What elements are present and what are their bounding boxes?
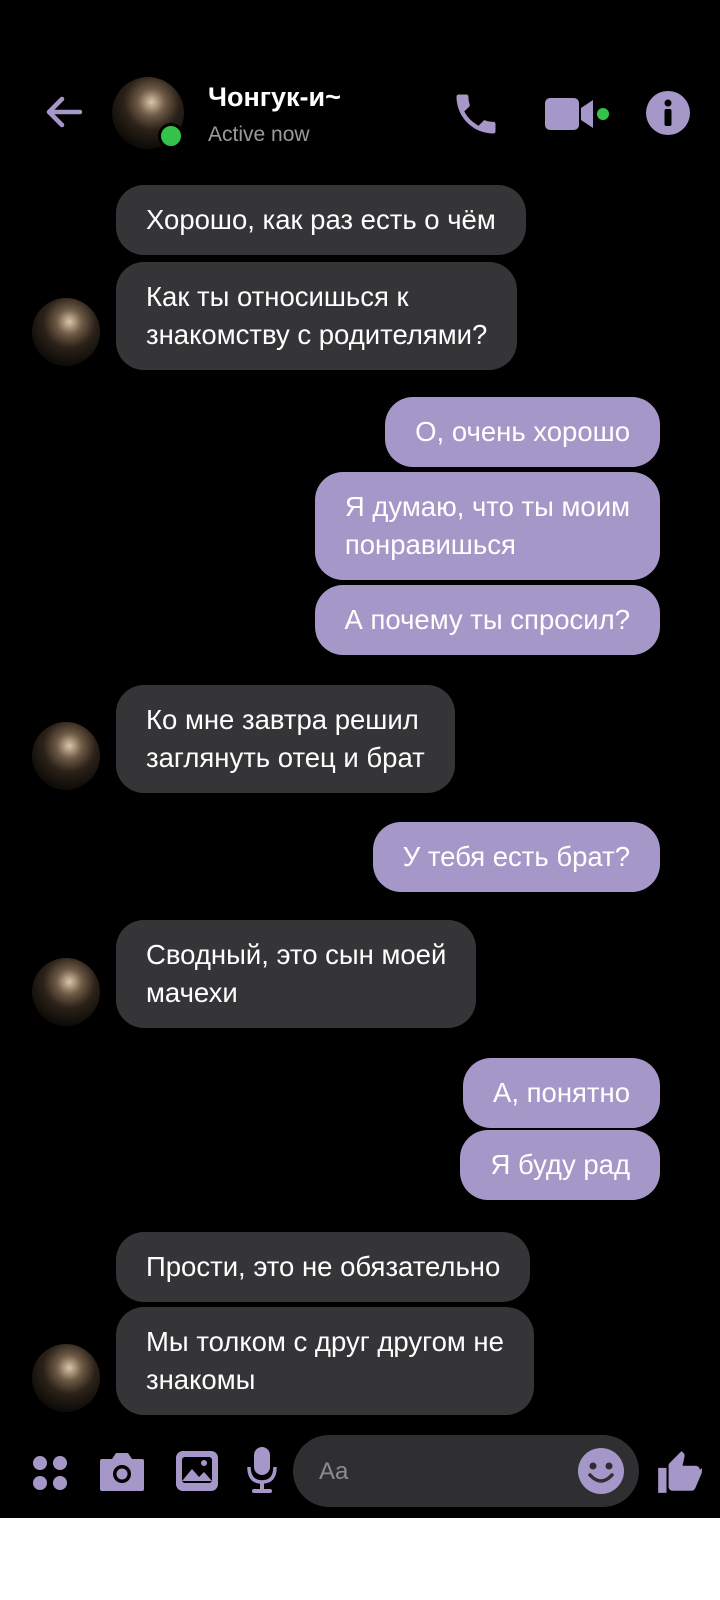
- message-bubble[interactable]: А почему ты спросил?: [314, 585, 660, 655]
- back-arrow-icon: [46, 96, 83, 128]
- contact-name[interactable]: Чонгук-и~: [208, 82, 341, 113]
- message-bubble[interactable]: Хорошо, как раз есть о чём: [116, 185, 526, 255]
- emoji-icon: [578, 1448, 624, 1494]
- message-input[interactable]: [317, 1435, 571, 1509]
- contact-status: Active now: [208, 123, 310, 146]
- voice-message-button[interactable]: [246, 1445, 278, 1502]
- avatar-image: [32, 958, 100, 1026]
- audio-call-button[interactable]: [450, 88, 502, 140]
- chat-screen: Чонгук-и~ Active now Хорошо, как раз ест…: [0, 0, 720, 1518]
- sender-avatar[interactable]: [32, 1344, 100, 1412]
- apps-icon: [33, 1456, 67, 1490]
- message-bubble[interactable]: У тебя есть брат?: [372, 822, 660, 892]
- avatar-image: [32, 722, 100, 790]
- avatar-image: [32, 298, 100, 366]
- avatar-image: [32, 1344, 100, 1412]
- video-call-button[interactable]: [545, 94, 623, 134]
- emoji-button[interactable]: [577, 1447, 625, 1495]
- message-bubble[interactable]: О, очень хорошо: [385, 397, 660, 467]
- message-bubble[interactable]: Сводный, это сын моей мачехи: [116, 920, 477, 1028]
- apps-button[interactable]: [30, 1453, 70, 1498]
- message-input-field[interactable]: [293, 1435, 639, 1509]
- message-bubble[interactable]: Прости, это не обязательно: [116, 1232, 531, 1302]
- online-indicator: [158, 123, 184, 149]
- message-bubble[interactable]: Как ты относишься к знакомству с родител…: [116, 262, 518, 370]
- sender-avatar[interactable]: [32, 958, 100, 1026]
- message-composer: [0, 1435, 720, 1515]
- camera-icon: [100, 1453, 144, 1491]
- message-bubble[interactable]: А, понятно: [463, 1058, 660, 1128]
- back-button[interactable]: [40, 88, 88, 136]
- gallery-button[interactable]: [174, 1449, 220, 1498]
- camera-button[interactable]: [98, 1449, 146, 1498]
- message-bubble[interactable]: Я буду рад: [460, 1130, 660, 1200]
- phone-icon: [456, 94, 496, 134]
- sender-avatar[interactable]: [32, 722, 100, 790]
- info-icon: [646, 91, 690, 135]
- message-bubble[interactable]: Мы толком с друг другом не знакомы: [116, 1307, 534, 1415]
- info-button[interactable]: [645, 90, 691, 136]
- message-bubble[interactable]: Ко мне завтра решил заглянуть отец и бра…: [116, 685, 455, 793]
- message-bubble[interactable]: Я думаю, что ты моим понравишься: [314, 472, 660, 580]
- contact-avatar[interactable]: [112, 77, 184, 149]
- video-camera-icon: [545, 98, 609, 130]
- gallery-icon: [176, 1451, 218, 1491]
- microphone-icon: [247, 1447, 277, 1493]
- thumbs-up-icon: [658, 1451, 702, 1493]
- sender-avatar[interactable]: [32, 298, 100, 366]
- like-button[interactable]: [654, 1447, 704, 1502]
